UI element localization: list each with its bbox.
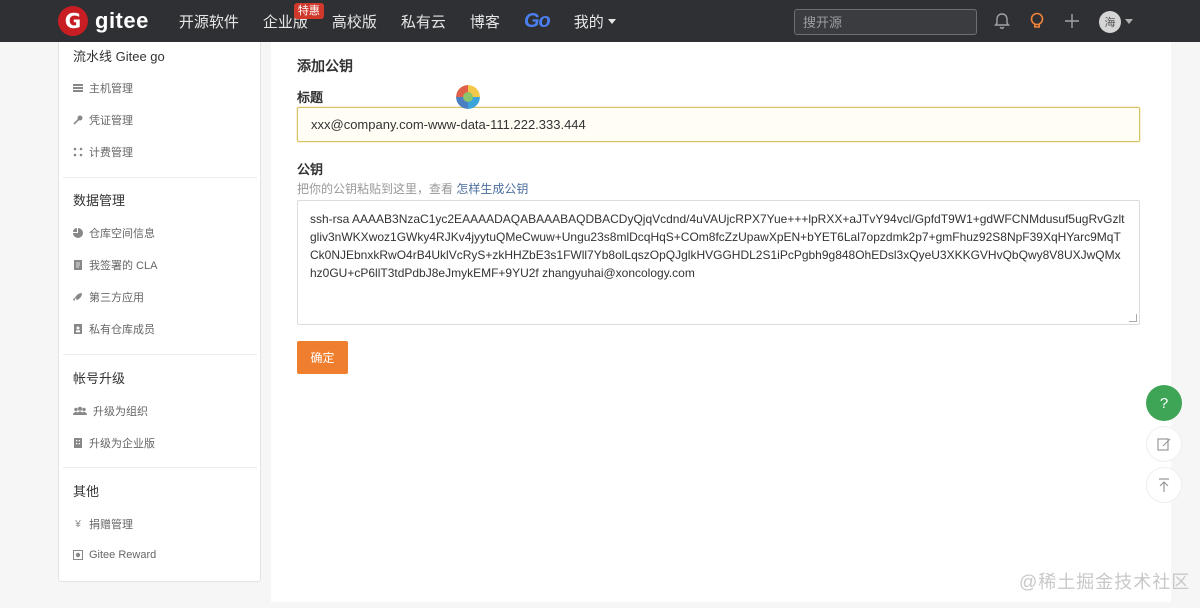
hint-text: 把你的公钥粘贴到这里，查看 (297, 182, 457, 196)
sidebar-item-signed-cla[interactable]: 我签署的 CLA (73, 257, 157, 273)
sidebar-item-donation-management[interactable]: ¥ 捐赠管理 (73, 516, 133, 532)
nav-item-mine[interactable]: 我的 (574, 0, 616, 42)
key-icon (73, 115, 83, 125)
sidebar-item-gitee-reward[interactable]: Gitee Reward (73, 549, 156, 561)
member-icon (73, 324, 83, 334)
sidebar-heading-pipeline[interactable]: 流水线 Gitee go (73, 46, 165, 65)
sidebar-item-label: 升级为组织 (93, 406, 148, 418)
nav-item-label: 私有云 (400, 13, 446, 31)
search-input[interactable] (794, 9, 977, 35)
sidebar-item-label: 捐赠管理 (89, 519, 133, 531)
textarea-resize-handle[interactable] (1129, 314, 1137, 322)
settings-sidebar: 流水线 Gitee go 主机管理 凭证管理 计费管理 数据管理 仓库空间信息 … (58, 42, 261, 582)
sidebar-section-other: 其他 (73, 484, 100, 499)
sidebar-item-upgrade-enterprise[interactable]: 升级为企业版 (73, 435, 155, 451)
promo-badge: 特惠 (293, 3, 324, 19)
question-icon: ? (1159, 394, 1169, 412)
group-icon (73, 406, 87, 416)
sidebar-item-upgrade-organization[interactable]: 升级为组织 (73, 403, 148, 419)
sidebar-item-billing-management[interactable]: 计费管理 (73, 144, 133, 160)
feedback-button[interactable] (1146, 426, 1182, 462)
floating-assistant-icon[interactable] (456, 85, 480, 109)
public-key-label: 公钥 (297, 162, 324, 177)
nav-item-label: 博客 (469, 13, 500, 31)
plus-icon[interactable] (1062, 11, 1082, 31)
sidebar-section-account-upgrade: 帐号升级 (73, 371, 126, 386)
server-icon (73, 83, 83, 93)
chevron-down-icon[interactable] (1125, 19, 1133, 24)
document-icon (73, 260, 83, 270)
sidebar-item-label: 第三方应用 (89, 292, 144, 304)
nav-item-label: 开源软件 (178, 13, 239, 31)
nav-item-label: 我的 (573, 13, 604, 31)
nav-item-label: 高校版 (331, 13, 377, 31)
nav-item-education[interactable]: 高校版 (332, 0, 377, 42)
sidebar-item-third-party-apps[interactable]: 第三方应用 (73, 289, 144, 305)
gitee-logo[interactable]: G gitee (58, 6, 149, 36)
billing-icon (73, 147, 83, 157)
nav-item-open-source[interactable]: 开源软件 (179, 0, 239, 42)
public-key-textarea[interactable]: ssh-rsa AAAAB3NzaC1yc2EAAAADAQABAAABAQDB… (297, 200, 1140, 325)
nav-menu: 开源软件 企业版 特惠 高校版 私有云 博客 Go 我的 (179, 0, 640, 42)
lightbulb-icon[interactable] (1027, 11, 1047, 31)
sidebar-item-label: Gitee Reward (89, 549, 157, 561)
title-label: 标题 (297, 90, 324, 105)
sidebar-item-credential-management[interactable]: 凭证管理 (73, 112, 133, 128)
sidebar-item-label: 升级为企业版 (89, 438, 155, 450)
nav-item-blog[interactable]: 博客 (470, 0, 500, 42)
pie-icon (73, 228, 83, 238)
sidebar-item-host-management[interactable]: 主机管理 (73, 80, 133, 96)
sidebar-divider (63, 177, 257, 178)
help-button[interactable]: ? (1146, 385, 1182, 421)
chevron-down-icon (607, 18, 616, 24)
nav-item-enterprise[interactable]: 企业版 特惠 (263, 0, 324, 42)
sidebar-item-label: 主机管理 (89, 83, 133, 95)
page-title: 添加公钥 (297, 58, 353, 74)
sidebar-item-label: 凭证管理 (89, 115, 133, 127)
yen-icon: ¥ (75, 518, 81, 530)
nav-item-go[interactable]: Go (523, 0, 551, 42)
edit-icon (1157, 438, 1171, 451)
arrow-up-icon (1159, 478, 1169, 492)
key-title-input[interactable] (297, 107, 1140, 142)
sidebar-divider (63, 354, 257, 355)
public-key-hint: 把你的公钥粘贴到这里，查看 怎样生成公钥 (297, 180, 528, 197)
building-icon (73, 438, 83, 448)
how-to-generate-key-link[interactable]: 怎样生成公钥 (456, 182, 528, 196)
sidebar-section-data-management: 数据管理 (73, 193, 126, 208)
back-to-top-button[interactable] (1146, 467, 1182, 503)
nav-item-private-cloud[interactable]: 私有云 (401, 0, 446, 42)
sidebar-item-label: 计费管理 (89, 147, 133, 159)
rocket-icon (73, 292, 83, 302)
bell-icon[interactable] (992, 11, 1012, 31)
reward-icon (73, 550, 83, 560)
sidebar-item-private-repo-members[interactable]: 私有仓库成员 (73, 321, 155, 337)
sidebar-item-label: 仓库空间信息 (89, 228, 155, 240)
go-logo: Go (523, 9, 551, 32)
watermark: @稀土掘金技术社区 (1019, 572, 1191, 592)
add-public-key-panel: 添加公钥 标题 公钥 把你的公钥粘贴到这里，查看 怎样生成公钥 ssh-rsa … (271, 42, 1171, 602)
gitee-logo-icon: G (58, 6, 88, 36)
top-navbar: G gitee 开源软件 企业版 特惠 高校版 私有云 博客 Go 我的 海 (0, 0, 1200, 42)
avatar[interactable]: 海 (1099, 11, 1121, 33)
sidebar-item-label: 我签署的 CLA (89, 260, 158, 272)
sidebar-divider (63, 467, 257, 468)
sidebar-item-label: 私有仓库成员 (89, 324, 155, 336)
gitee-logo-text: gitee (95, 8, 149, 33)
sidebar-item-repo-space[interactable]: 仓库空间信息 (73, 225, 155, 241)
confirm-button[interactable]: 确定 (297, 341, 348, 374)
